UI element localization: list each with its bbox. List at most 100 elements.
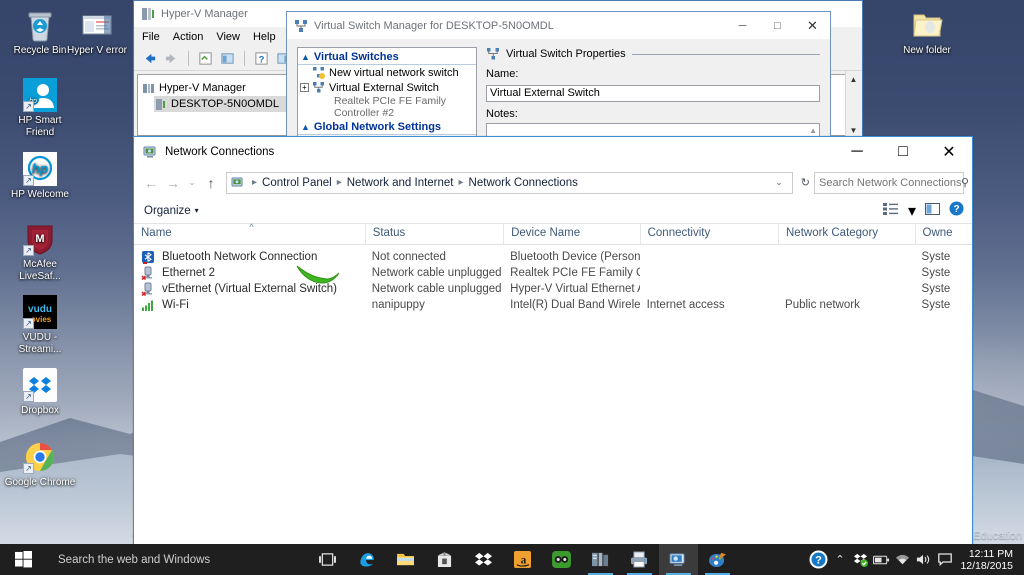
table-row[interactable]: Wi-Fi nanipuppy Intel(R) Dual Band Wirel…: [134, 297, 972, 313]
column-header-network-category[interactable]: Network Category: [778, 224, 915, 244]
table-row[interactable]: Bluetooth Network Connection Not connect…: [134, 249, 972, 265]
system-tray[interactable]: ? ⌃ 12:11 PM 12/18/2015: [808, 544, 1024, 575]
recent-locations-button[interactable]: ⌄: [184, 172, 200, 194]
maximize-button[interactable]: □: [880, 137, 926, 167]
volume-icon[interactable]: [913, 544, 934, 575]
menu-help[interactable]: Help: [253, 31, 276, 43]
file-explorer-icon[interactable]: [386, 544, 425, 575]
netconn-titlebar[interactable]: Network Connections ─ □ ✕: [134, 137, 972, 167]
vsm-group-virtual-switches[interactable]: ▲ Virtual Switches: [298, 50, 476, 65]
printer-icon[interactable]: [620, 544, 659, 575]
tree-item-desktop[interactable]: DESKTOP-5N0OMDL: [154, 96, 292, 112]
task-view-icon[interactable]: [308, 544, 347, 575]
netconn-window-buttons[interactable]: ─ □ ✕: [834, 137, 972, 167]
menu-file[interactable]: File: [142, 31, 160, 43]
minimize-button[interactable]: ─: [725, 12, 760, 39]
wifi-tray-icon[interactable]: [892, 544, 913, 575]
action-center-icon[interactable]: [934, 544, 955, 575]
expand-plus-icon[interactable]: +: [300, 83, 309, 92]
table-row[interactable]: vEthernet (Virtual External Switch) Netw…: [134, 281, 972, 297]
column-header-owner[interactable]: Owne: [914, 224, 973, 244]
netconn-command-bar[interactable]: Organize ▾ ▾ ?: [134, 198, 972, 224]
desktop-icon-dropbox[interactable]: ↗ Dropbox: [3, 368, 77, 417]
collapse-chevron-icon[interactable]: ▲: [301, 122, 310, 132]
taskbar-icons[interactable]: a: [308, 544, 737, 575]
help-icon[interactable]: ?: [808, 544, 829, 575]
desktop-icon-mcafee-livesafe[interactable]: M ↗ McAfee LiveSaf...: [3, 222, 77, 282]
dropbox-icon[interactable]: [464, 544, 503, 575]
column-header-status[interactable]: Status: [364, 224, 503, 244]
help-icon[interactable]: ?: [949, 201, 964, 221]
properties-icon[interactable]: [218, 49, 237, 68]
breadcrumb-item-network-connections[interactable]: Network Connections: [467, 177, 580, 189]
netconn-list[interactable]: Bluetooth Network Connection Not connect…: [134, 246, 972, 544]
start-button[interactable]: [0, 544, 46, 575]
dropbox-tray-icon[interactable]: [850, 544, 871, 575]
edge-icon[interactable]: [347, 544, 386, 575]
netconn-column-headers[interactable]: ^ Name Status Device Name Connectivity N…: [134, 222, 973, 245]
hyper-v-vertical-scrollbar[interactable]: ▲ ▼: [845, 71, 861, 187]
desktop-icon-vudu[interactable]: vudu ovies ↗ VUDU - Streami...: [3, 295, 77, 355]
store-icon[interactable]: [425, 544, 464, 575]
taskbar-search-box[interactable]: Search the web and Windows: [46, 544, 308, 575]
vsm-window-buttons[interactable]: ─ □ ✕: [725, 12, 830, 39]
scroll-up-arrow-icon[interactable]: ▲: [846, 71, 861, 87]
vsm-item-new-switch[interactable]: New virtual network switch: [298, 65, 476, 80]
chevron-up-icon[interactable]: ⌃: [829, 544, 850, 575]
breadcrumb[interactable]: ▸ Control Panel ▸ Network and Internet ▸…: [226, 171, 793, 194]
taskbar-clock[interactable]: 12:11 PM 12/18/2015: [955, 548, 1020, 572]
taskbar[interactable]: Search the web and Windows a ? ⌃ 12:11 P…: [0, 544, 1024, 575]
breadcrumb-item-control-panel[interactable]: Control Panel: [260, 177, 334, 189]
column-header-device-name[interactable]: Device Name: [503, 224, 640, 244]
help-icon[interactable]: ?: [252, 49, 271, 68]
hyper-v-tree[interactable]: Hyper-V Manager DESKTOP-5N0OMDL: [137, 74, 297, 136]
close-button[interactable]: ✕: [795, 12, 830, 39]
chevron-down-icon[interactable]: ▾: [908, 201, 916, 221]
vsm-group-global-network-settings[interactable]: ▲ Global Network Settings: [298, 120, 476, 135]
desktop-icon-google-chrome[interactable]: ↗ Google Chrome: [3, 440, 77, 489]
desktop-icon-hp-welcome[interactable]: hp ↗ HP Welcome: [3, 152, 77, 201]
vsm-tree-panel[interactable]: ▲ Virtual Switches New virtual network s…: [297, 47, 477, 139]
minimize-button[interactable]: ─: [834, 137, 880, 167]
nvidia-icon[interactable]: [542, 544, 581, 575]
virtual-switch-icon: [486, 47, 500, 61]
menu-action[interactable]: Action: [173, 31, 204, 43]
collapse-chevron-icon[interactable]: ▲: [301, 52, 310, 62]
view-options-icon[interactable]: [882, 202, 899, 220]
desktop-icon-hp-smart-friend[interactable]: hp ↗ HP Smart Friend: [3, 78, 77, 138]
column-header-name[interactable]: ^ Name: [134, 222, 365, 244]
switch-name-input[interactable]: [486, 84, 820, 102]
back-arrow-icon[interactable]: [140, 49, 159, 68]
preview-pane-icon[interactable]: [925, 202, 940, 220]
menu-view[interactable]: View: [216, 31, 240, 43]
breadcrumb-item-network-and-internet[interactable]: Network and Internet: [345, 177, 456, 189]
column-header-connectivity[interactable]: Connectivity: [639, 224, 778, 244]
up-button[interactable]: ↑: [200, 172, 222, 194]
vsm-item-virtual-external-switch[interactable]: + Virtual External Switch: [298, 80, 476, 95]
refresh-button[interactable]: ↻: [797, 176, 814, 189]
new-icon[interactable]: [196, 49, 215, 68]
desktop-icon-new-folder[interactable]: New folder: [890, 8, 964, 57]
desktop-icon-hyper-v-error[interactable]: Hyper V error: [60, 8, 134, 57]
vsm-titlebar[interactable]: Virtual Switch Manager for DESKTOP-5N0OM…: [287, 12, 830, 39]
back-button[interactable]: ←: [140, 172, 162, 194]
command-bar-right[interactable]: ▾ ?: [882, 201, 964, 221]
battery-icon[interactable]: [871, 544, 892, 575]
breadcrumb-dropdown-icon[interactable]: ⌄: [770, 177, 788, 188]
netconn-navigation-bar[interactable]: ← → ⌄ ↑ ▸ Control Panel ▸ Network and In…: [134, 167, 972, 198]
search-box[interactable]: ⚲: [814, 171, 969, 194]
amazon-icon[interactable]: a: [503, 544, 542, 575]
paint-icon[interactable]: [698, 544, 737, 575]
organize-button[interactable]: Organize ▾: [144, 205, 199, 217]
search-input[interactable]: [819, 176, 961, 189]
network-connections-window[interactable]: Network Connections ─ □ ✕ ← → ⌄ ↑ ▸ Cont…: [133, 136, 973, 545]
network-connections-icon[interactable]: [659, 544, 698, 575]
maximize-button[interactable]: □: [760, 12, 795, 39]
table-row[interactable]: Ethernet 2 Network cable unplugged Realt…: [134, 265, 972, 281]
hyper-v-manager-icon[interactable]: [581, 544, 620, 575]
tree-root-hyper-v-manager[interactable]: Hyper-V Manager: [142, 80, 292, 96]
forward-button[interactable]: →: [162, 172, 184, 194]
close-button[interactable]: ✕: [926, 137, 972, 167]
virtual-switch-manager-window[interactable]: Virtual Switch Manager for DESKTOP-5N0OM…: [286, 11, 831, 140]
forward-arrow-icon[interactable]: [162, 49, 181, 68]
